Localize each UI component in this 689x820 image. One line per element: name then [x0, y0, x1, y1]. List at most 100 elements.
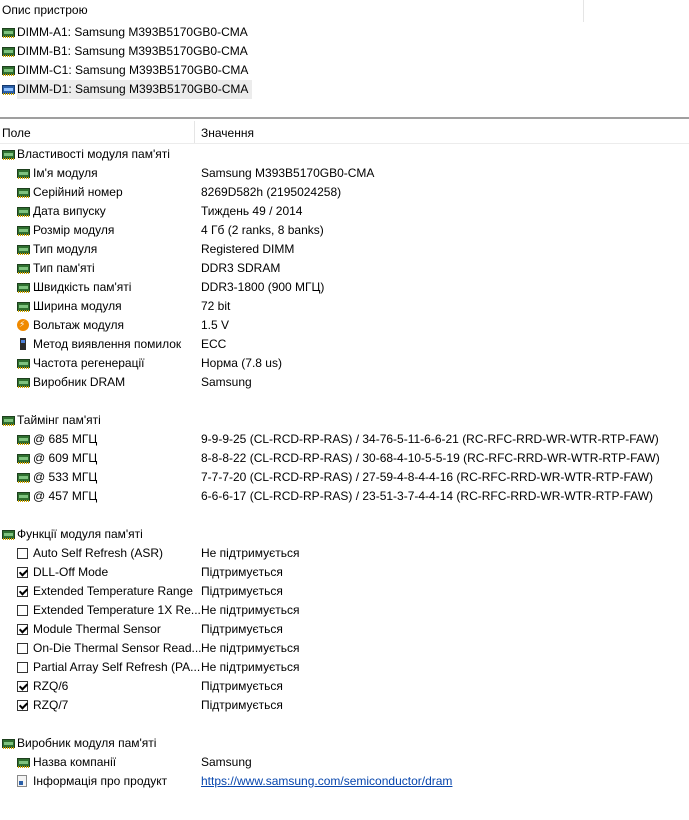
manufacturer-row[interactable]: Назва компанії Samsung: [0, 753, 689, 772]
column-divider[interactable]: [194, 121, 195, 143]
device-description-header: Опис пристрою: [0, 0, 689, 22]
property-row[interactable]: Тип модуля Registered DIMM: [0, 240, 689, 259]
property-row[interactable]: Виробник DRAM Samsung: [0, 373, 689, 392]
device-item-dimm-d1[interactable]: DIMM-D1: Samsung M393B5170GB0-CMA: [0, 80, 689, 99]
device-item-dimm-b1[interactable]: DIMM-B1: Samsung M393B5170GB0-CMA: [0, 42, 689, 61]
memory-module-icon: [17, 473, 30, 483]
timing-row[interactable]: @ 685 МГЦ 9-9-9-25 (CL-RCD-RP-RAS) / 34-7…: [0, 430, 689, 449]
checked-checkbox-icon: [17, 624, 28, 635]
feature-row[interactable]: Partial Array Self Refresh (PA... Не підт…: [0, 658, 689, 677]
memory-module-icon: [17, 359, 30, 369]
field-label: Module Thermal Sensor: [33, 622, 161, 636]
field-label: Швидкість пам'яті: [33, 280, 132, 294]
field-value: Samsung M393B5170GB0-CMA: [201, 166, 375, 180]
field-value: 6-6-6-17 (CL-RCD-RP-RAS) / 23-51-3-7-4-4…: [201, 489, 654, 503]
property-row[interactable]: Швидкість пам'яті DDR3-1800 (900 МГЦ): [0, 278, 689, 297]
field-label: DLL-Off Mode: [33, 565, 109, 579]
feature-row[interactable]: Extended Temperature 1X Re... Не підтриму…: [0, 601, 689, 620]
spacer-row: [0, 392, 689, 411]
field-value: Тиждень 49 / 2014: [201, 204, 303, 218]
property-row[interactable]: Серійний номер 8269D582h (2195024258): [0, 183, 689, 202]
property-row[interactable]: Вольтаж модуля 1.5 V: [0, 315, 689, 335]
column-header-value[interactable]: Значення: [201, 126, 254, 140]
product-info-link[interactable]: https://www.samsung.com/semiconductor/dr…: [201, 774, 452, 788]
field-value: 72 bit: [201, 299, 231, 313]
device-list: DIMM-A1: Samsung M393B5170GB0-CMA DIMM-B…: [0, 23, 689, 99]
memory-module-icon: [17, 207, 30, 217]
field-label: Тип пам'яті: [33, 261, 95, 275]
property-row[interactable]: Дата випуску Тиждень 49 / 2014: [0, 202, 689, 221]
field-label: Метод виявлення помилок: [33, 337, 182, 351]
memory-module-icon: [2, 85, 15, 95]
device-item-dimm-a1[interactable]: DIMM-A1: Samsung M393B5170GB0-CMA: [0, 23, 689, 42]
field-label: Extended Temperature Range: [33, 584, 193, 598]
timing-row[interactable]: @ 457 МГЦ 6-6-6-17 (CL-RCD-RP-RAS) / 23-5…: [0, 487, 689, 506]
memory-module-icon: [2, 28, 15, 38]
memory-module-icon: [17, 454, 30, 464]
header-divider: [583, 0, 584, 22]
manufacturer-row[interactable]: Інформація про продукт https://www.samsun…: [0, 772, 689, 791]
column-header-field[interactable]: Поле: [2, 126, 31, 140]
device-label: DIMM-A1: Samsung M393B5170GB0-CMA: [17, 25, 248, 39]
timing-row[interactable]: @ 533 МГЦ 7-7-7-20 (CL-RCD-RP-RAS) / 27-5…: [0, 468, 689, 487]
property-row[interactable]: Розмір модуля 4 Гб (2 ranks, 8 banks): [0, 221, 689, 240]
feature-row[interactable]: Extended Temperature Range Підтримується: [0, 582, 689, 601]
memory-module-icon: [17, 188, 30, 198]
memory-module-icon: [2, 66, 15, 76]
checked-checkbox-icon: [17, 700, 28, 711]
product-info-icon: [17, 775, 27, 787]
memory-module-icon: [17, 302, 30, 312]
feature-row[interactable]: DLL-Off Mode Підтримується: [0, 563, 689, 582]
device-label: DIMM-C1: Samsung M393B5170GB0-CMA: [17, 63, 249, 77]
field-value: 9-9-9-25 (CL-RCD-RP-RAS) / 34-76-5-11-6-…: [201, 432, 659, 446]
field-label: Виробник DRAM: [33, 375, 126, 389]
feature-row[interactable]: RZQ/7 Підтримується: [0, 696, 689, 715]
voltage-icon: [17, 315, 29, 334]
memory-module-icon: [2, 530, 15, 540]
pane-splitter[interactable]: [0, 117, 689, 119]
property-row[interactable]: Ширина модуля 72 bit: [0, 297, 689, 316]
device-description-title: Опис пристрою: [2, 3, 88, 17]
feature-row[interactable]: Module Thermal Sensor Підтримується: [0, 620, 689, 639]
group-title: Таймінг пам'яті: [17, 413, 101, 427]
property-row[interactable]: Тип пам'яті DDR3 SDRAM: [0, 259, 689, 278]
field-value: 8-8-8-22 (CL-RCD-RP-RAS) / 30-68-4-10-5-…: [201, 451, 660, 465]
field-label: Auto Self Refresh (ASR): [33, 546, 164, 560]
field-value: 4 Гб (2 ranks, 8 banks): [201, 223, 324, 237]
property-row[interactable]: Ім'я модуля Samsung M393B5170GB0-CMA: [0, 164, 689, 183]
memory-module-icon: [17, 758, 30, 768]
feature-row[interactable]: RZQ/6 Підтримується: [0, 677, 689, 696]
timing-row[interactable]: @ 609 МГЦ 8-8-8-22 (CL-RCD-RP-RAS) / 30-6…: [0, 449, 689, 468]
checked-checkbox-icon: [17, 567, 28, 578]
property-row[interactable]: Частота регенерації Норма (7.8 us): [0, 354, 689, 373]
field-value: Підтримується: [201, 584, 283, 598]
group-module-features[interactable]: Функції модуля пам'яті: [0, 525, 689, 544]
unchecked-checkbox-icon: [17, 605, 28, 616]
unchecked-checkbox-icon: [17, 548, 28, 559]
group-module-properties[interactable]: Властивості модуля пам'яті: [0, 145, 689, 164]
field-value: 7-7-7-20 (CL-RCD-RP-RAS) / 27-59-4-8-4-4…: [201, 470, 654, 484]
field-value: ECC: [201, 337, 227, 351]
device-label: DIMM-D1: Samsung M393B5170GB0-CMA: [17, 80, 253, 99]
field-value: DDR3-1800 (900 МГЦ): [201, 280, 325, 294]
feature-row[interactable]: Auto Self Refresh (ASR) Не підтримується: [0, 544, 689, 563]
memory-module-icon: [17, 169, 30, 179]
spacer-row: [0, 715, 689, 734]
field-label: RZQ/7: [33, 698, 69, 712]
field-value: Samsung: [201, 375, 252, 389]
group-title: Властивості модуля пам'яті: [17, 147, 170, 161]
memory-module-icon: [17, 283, 30, 293]
property-row[interactable]: Метод виявлення помилок ECC: [0, 335, 689, 354]
memory-module-icon: [17, 264, 30, 274]
group-title: Функції модуля пам'яті: [17, 527, 143, 541]
group-memory-timing[interactable]: Таймінг пам'яті: [0, 411, 689, 430]
device-label: DIMM-B1: Samsung M393B5170GB0-CMA: [17, 44, 248, 58]
memory-module-icon: [17, 378, 30, 388]
field-value: DDR3 SDRAM: [201, 261, 281, 275]
device-item-dimm-c1[interactable]: DIMM-C1: Samsung M393B5170GB0-CMA: [0, 61, 689, 80]
group-module-manufacturer[interactable]: Виробник модуля пам'яті: [0, 734, 689, 753]
feature-row[interactable]: On-Die Thermal Sensor Read... Не підтриму…: [0, 639, 689, 658]
spacer-row: [0, 506, 689, 525]
field-label: Назва компанії: [33, 755, 117, 769]
field-label: RZQ/6: [33, 679, 69, 693]
